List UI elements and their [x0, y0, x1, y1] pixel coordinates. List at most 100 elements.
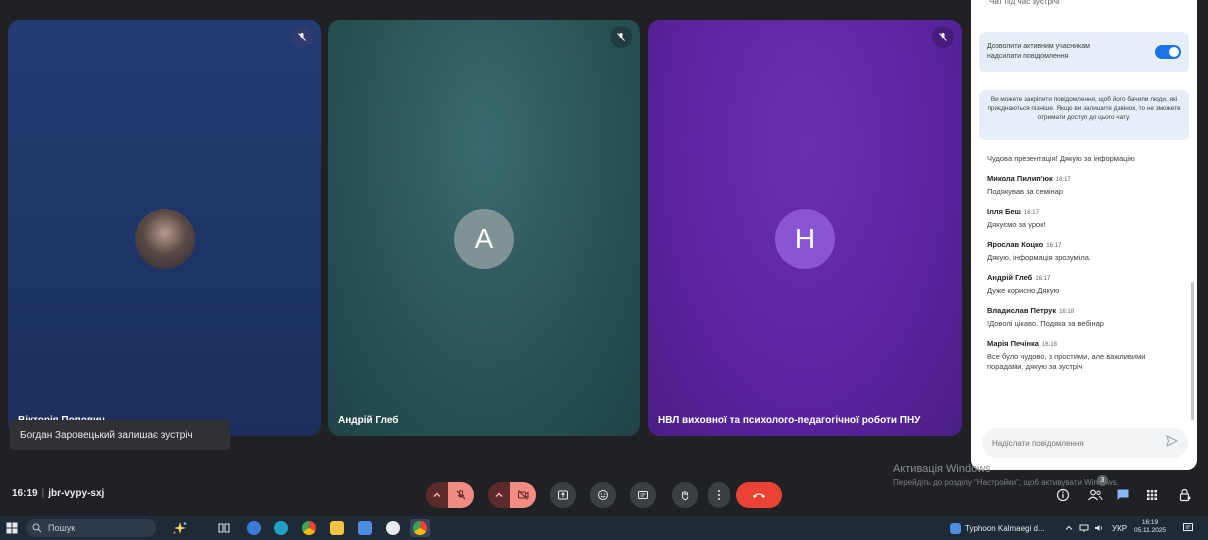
more-vert-icon	[718, 490, 720, 500]
present-screen-icon	[558, 490, 568, 500]
input-language[interactable]: УКР	[1112, 520, 1127, 536]
message-input[interactable]	[992, 438, 1152, 448]
taskbar-app-1[interactable]	[247, 520, 261, 536]
search-icon	[32, 523, 42, 533]
list-item: Чудова презентація! Дякую за інформацію	[987, 154, 1183, 164]
camera-off-icon	[518, 490, 529, 500]
edge-icon	[274, 521, 288, 535]
taskbar-app-chrome-active[interactable]	[410, 519, 430, 537]
volume-icon[interactable]	[1094, 520, 1104, 536]
allow-messages-label: Дозволити активним учасникам надсилати п…	[987, 43, 1090, 60]
leave-notification: Богдан Заровецький залишає зустріч	[10, 420, 230, 450]
participant-tile[interactable]: Вікторія Попович	[8, 20, 321, 436]
host-controls-button[interactable]	[1178, 484, 1192, 506]
windows-taskbar: Пошук Typhoon Kalmaegi d... УКР 16:19 05…	[0, 516, 1208, 540]
store-icon	[358, 521, 372, 535]
people-button[interactable]	[1087, 484, 1103, 506]
more-options-button[interactable]	[708, 482, 730, 508]
chat-button[interactable]	[1116, 484, 1130, 506]
chat-panel: Чат під час зустрічі Дозволити активним …	[971, 0, 1197, 470]
chat-icon	[1117, 489, 1129, 500]
camera-control	[488, 482, 536, 508]
list-item: Марія Печінка 16:18 Все було чудово, з пр…	[987, 339, 1183, 372]
message-text: Подякував за семінар	[987, 187, 1064, 196]
list-item: Микола Пилип'юк 16:17 Подякував за семіна…	[987, 174, 1183, 197]
mic-control	[426, 482, 474, 508]
meeting-info: 16:19 | jbr-vypy-sxj	[12, 488, 105, 499]
mic-toggle-button[interactable]	[448, 482, 474, 508]
list-item: Ярослав Коцко 16:17 Дякую, інформація зро…	[987, 240, 1183, 263]
taskbar-app-chrome[interactable]	[302, 520, 316, 536]
captions-icon	[638, 491, 648, 499]
participant-name: НВЛ виховної та психолого-педагогічної р…	[658, 415, 921, 426]
mic-off-icon	[932, 26, 954, 48]
avatar-letter: A	[454, 209, 514, 269]
meeting-details-button[interactable]	[1056, 484, 1070, 506]
network-icon[interactable]	[1079, 520, 1089, 536]
taskbar-app-files[interactable]	[330, 520, 344, 536]
tray-chevron-icon[interactable]	[1065, 520, 1073, 536]
mic-off-icon	[610, 26, 632, 48]
message-text: Все було чудово, з простими, але важливи…	[987, 352, 1146, 371]
info-icon	[1056, 488, 1070, 502]
people-icon	[1088, 489, 1103, 501]
meeting-code: jbr-vypy-sxj	[48, 488, 105, 499]
message-composer	[982, 428, 1188, 458]
mic-off-icon	[291, 26, 313, 48]
taskbar-app-edge[interactable]	[274, 520, 288, 536]
start-button[interactable]	[6, 520, 18, 536]
taskbar-app-ai[interactable]	[386, 520, 400, 536]
end-call-button[interactable]	[736, 482, 782, 508]
lock-person-icon	[1179, 488, 1191, 502]
message-author: Андрій Глеб	[987, 273, 1033, 282]
list-item: Ілля Беш 16:17 Дякуємо за урок!	[987, 207, 1183, 230]
camera-options-button[interactable]	[488, 482, 510, 508]
copilot-app[interactable]	[172, 520, 188, 536]
message-time: 16:17	[1055, 177, 1071, 183]
pin-info: Ви можете закріпити повідомлення, щоб йо…	[979, 90, 1189, 140]
participant-name: Андрій Глеб	[338, 415, 399, 426]
chevron-up-icon	[433, 492, 441, 498]
hand-icon	[681, 491, 689, 501]
weather-text: Typhoon Kalmaegi d...	[965, 523, 1045, 533]
activation-watermark-subtitle: Перейдіть до розділу "Настройки", щоб ак…	[893, 478, 1119, 487]
weather-widget[interactable]: Typhoon Kalmaegi d...	[950, 520, 1045, 536]
emoji-icon	[598, 490, 608, 500]
taskbar-clock[interactable]: 16:19 05.11.2025	[1134, 519, 1166, 535]
allow-messages-row: Дозволити активним учасникам надсилати п…	[979, 32, 1189, 72]
taskbar-search[interactable]: Пошук	[26, 519, 156, 537]
mic-options-button[interactable]	[426, 482, 448, 508]
reactions-button[interactable]	[590, 482, 616, 508]
app-icon	[247, 521, 261, 535]
task-view-app[interactable]	[218, 520, 230, 536]
activities-button[interactable]	[1146, 484, 1158, 506]
chat-title: Чат під час зустрічі	[989, 0, 1060, 6]
message-time: 16:18	[1059, 309, 1075, 315]
send-icon[interactable]	[1166, 434, 1179, 452]
camera-toggle-button[interactable]	[510, 482, 536, 508]
participant-tile[interactable]: A Андрій Глеб	[328, 20, 640, 436]
message-author: Ярослав Коцко	[987, 240, 1044, 249]
taskbar-app-store[interactable]	[358, 520, 372, 536]
notifications-icon[interactable]	[1182, 520, 1194, 536]
message-time: 16:17	[1023, 210, 1039, 216]
present-button[interactable]	[550, 482, 576, 508]
clock-time: 16:19	[1141, 519, 1159, 526]
avatar-photo	[135, 209, 195, 269]
clock-date: 05.11.2025	[1134, 527, 1167, 534]
raise-hand-button[interactable]	[672, 482, 698, 508]
activation-watermark-title: Активація Windows	[893, 463, 991, 475]
message-author: Ілля Беш	[987, 207, 1021, 216]
chevron-up-icon	[495, 492, 503, 498]
captions-button[interactable]	[630, 482, 656, 508]
chat-scrollbar[interactable]	[1191, 282, 1194, 420]
task-view-icon	[218, 523, 230, 533]
message-text: Дякуємо за урок!	[987, 220, 1046, 229]
windows-logo-icon	[6, 522, 18, 534]
meeting-time: 16:19	[12, 488, 38, 499]
participant-tile[interactable]: H НВЛ виховної та психолого-педагогічної…	[648, 20, 962, 436]
apps-grid-icon	[1147, 490, 1157, 500]
message-text: Дуже корисно.Дякую	[987, 286, 1060, 295]
allow-messages-toggle[interactable]	[1155, 45, 1181, 59]
list-item: Владислав Петрук 16:18 !Доволі цікаво. По…	[987, 306, 1183, 329]
